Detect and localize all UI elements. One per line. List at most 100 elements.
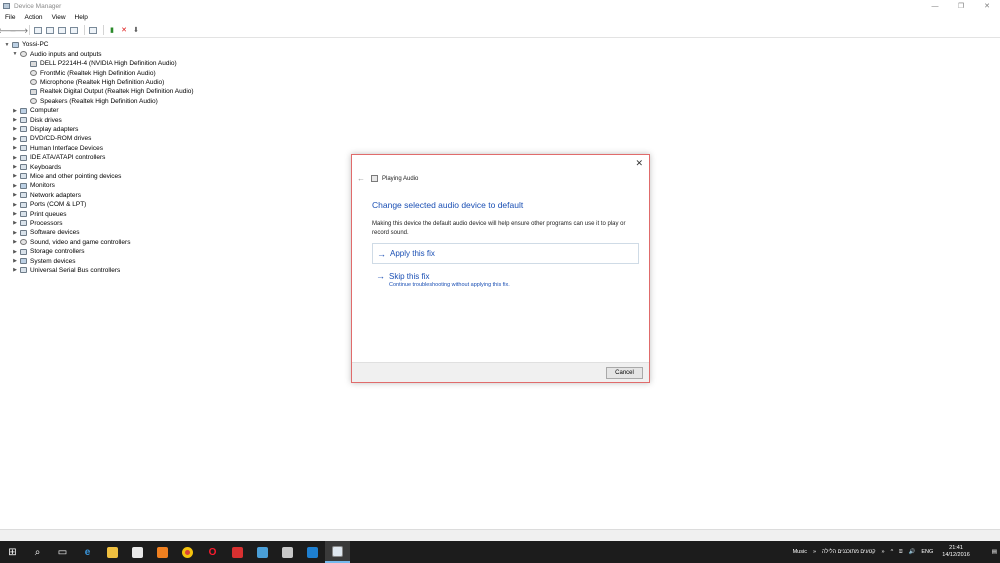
chevron-icon[interactable]: » <box>813 549 816 555</box>
expand-icon[interactable]: ▶ <box>12 164 18 170</box>
clock-time: 21:41 <box>949 545 963 551</box>
chrome-icon[interactable] <box>175 541 200 563</box>
cancel-button[interactable]: Cancel <box>606 367 643 379</box>
tree-category-keyboards[interactable]: ▶ Keyboards <box>12 162 61 171</box>
expand-icon[interactable]: ▶ <box>12 155 18 161</box>
expand-icon[interactable]: ▶ <box>12 183 18 189</box>
monitor-icon <box>30 60 37 67</box>
speaker-icon <box>20 51 27 58</box>
close-window-button[interactable]: ✕ <box>974 0 1000 12</box>
tree-category-usb[interactable]: ▶ Universal Serial Bus controllers <box>12 266 120 275</box>
popcorn-icon[interactable] <box>225 541 250 563</box>
tree-item[interactable]: FrontMic (Realtek High Definition Audio) <box>30 68 156 77</box>
expand-icon[interactable]: ▶ <box>12 267 18 273</box>
show-hide-tree-icon[interactable] <box>33 25 43 35</box>
task-view-icon[interactable]: ▭ <box>50 541 75 563</box>
download-icon[interactable]: ⬇ <box>131 25 141 35</box>
volume-icon[interactable]: 🔊 <box>908 549 915 555</box>
tree-category-hid[interactable]: ▶ Human Interface Devices <box>12 144 103 153</box>
search-icon[interactable]: ⌕ <box>25 541 50 563</box>
tree-category-disk-drives[interactable]: ▶ Disk drives <box>12 115 62 124</box>
media-player-icon[interactable] <box>150 541 175 563</box>
start-windows-icon[interactable]: ⊞ <box>0 541 25 563</box>
store-icon[interactable] <box>125 541 150 563</box>
scan-hardware-icon[interactable] <box>88 25 98 35</box>
clock[interactable]: 21:41 14/12/2016 <box>939 545 973 559</box>
software-device-icon <box>20 229 27 236</box>
expand-icon[interactable]: ▶ <box>12 239 18 245</box>
menu-help[interactable]: Help <box>75 14 88 21</box>
properties-icon[interactable] <box>45 25 55 35</box>
help-icon[interactable] <box>57 25 67 35</box>
expand-icon[interactable]: ▶ <box>12 145 18 151</box>
view-icon[interactable] <box>69 25 79 35</box>
hebrew-toolbar-label[interactable]: קטעים מתוכננים הלילה <box>822 549 875 555</box>
expand-icon[interactable]: ▶ <box>12 117 18 123</box>
apply-fix-option[interactable]: → Apply this fix <box>372 243 639 264</box>
update-driver-icon[interactable]: ▮ <box>107 25 117 35</box>
tree-category-ide[interactable]: ▶ IDE ATA/ATAPI controllers <box>12 153 105 162</box>
expand-icon[interactable]: ▶ <box>12 211 18 217</box>
expand-icon[interactable]: ▶ <box>12 220 18 226</box>
expand-icon[interactable]: ▶ <box>12 136 18 142</box>
tree-category-dvd-drives[interactable]: ▶ DVD/CD-ROM drives <box>12 134 91 143</box>
expand-icon[interactable]: ▶ <box>12 230 18 236</box>
minimize-button[interactable]: — <box>922 0 948 12</box>
tree-root[interactable]: ▼ Yossi-PC <box>4 40 49 49</box>
expand-icon[interactable]: ▶ <box>12 258 18 264</box>
tree-category-label: Network adapters <box>30 191 81 199</box>
tree-item[interactable]: Microphone (Realtek High Definition Audi… <box>30 78 164 87</box>
close-icon[interactable]: ✕ <box>635 158 643 169</box>
tree-category-label: Universal Serial Bus controllers <box>30 266 121 274</box>
input-language[interactable]: ENG <box>921 549 933 555</box>
tree-item[interactable]: Realtek Digital Output (Realtek High Def… <box>30 87 194 96</box>
back-arrow-icon[interactable]: ← <box>357 174 365 183</box>
app-icon[interactable] <box>250 541 275 563</box>
dialog-heading: Change selected audio device to default <box>372 200 524 210</box>
tree-category-software-devices[interactable]: ▶ Software devices <box>12 228 79 237</box>
show-hidden-icons-icon[interactable]: ^ <box>891 549 894 555</box>
tree-category-computer[interactable]: ▶ Computer <box>12 106 58 115</box>
tree-category-network[interactable]: ▶ Network adapters <box>12 191 81 200</box>
expand-icon[interactable]: ▶ <box>12 126 18 132</box>
device-manager-taskbar-icon[interactable] <box>325 541 350 563</box>
tree-category-storage[interactable]: ▶ Storage controllers <box>12 247 85 256</box>
tree-category-ports[interactable]: ▶ Ports (COM & LPT) <box>12 200 86 209</box>
tree-group-audio[interactable]: ▼ Audio inputs and outputs <box>12 50 102 59</box>
expand-icon[interactable]: ▶ <box>12 108 18 114</box>
tree-category-processors[interactable]: ▶ Processors <box>12 219 62 228</box>
menu-action[interactable]: Action <box>24 14 42 21</box>
music-toolbar-label[interactable]: Music <box>793 549 807 555</box>
chevron-icon[interactable]: » <box>882 549 885 555</box>
tree-category-display-adapters[interactable]: ▶ Display adapters <box>12 125 78 134</box>
restore-button[interactable]: ❐ <box>948 0 974 12</box>
tree-item[interactable]: DELL P2214H-4 (NVIDIA High Definition Au… <box>30 59 177 68</box>
expand-icon[interactable]: ▶ <box>12 202 18 208</box>
expand-icon[interactable]: ▶ <box>12 249 18 255</box>
tree-category-system[interactable]: ▶ System devices <box>12 256 75 265</box>
collapse-icon[interactable]: ▼ <box>12 51 18 57</box>
tree-category-sound[interactable]: ▶ Sound, video and game controllers <box>12 238 130 247</box>
file-explorer-icon[interactable] <box>100 541 125 563</box>
edge-browser-icon[interactable]: e <box>75 541 100 563</box>
opera-icon[interactable]: O <box>200 541 225 563</box>
usb-icon <box>20 267 27 274</box>
troubleshooter-dialog: ✕ ← Playing Audio Change selected audio … <box>351 154 650 383</box>
menu-file[interactable]: File <box>5 14 15 21</box>
expand-icon[interactable]: ▶ <box>12 192 18 198</box>
network-icon[interactable]: ⌸ <box>899 549 902 556</box>
tree-item[interactable]: Speakers (Realtek High Definition Audio) <box>30 97 158 106</box>
expand-icon[interactable]: ▶ <box>12 173 18 179</box>
tree-category-print-queues[interactable]: ▶ Print queues <box>12 209 66 218</box>
action-center-icon[interactable]: ▤ <box>992 549 997 555</box>
tree-root-label: Yossi-PC <box>22 41 49 49</box>
forward-arrow-icon[interactable]: 🡒 <box>10 25 29 35</box>
network-app-icon[interactable] <box>275 541 300 563</box>
tree-category-mice[interactable]: ▶ Mice and other pointing devices <box>12 172 121 181</box>
menu-view[interactable]: View <box>52 14 66 21</box>
uninstall-icon[interactable]: ✕ <box>119 25 129 35</box>
tree-category-monitors[interactable]: ▶ Monitors <box>12 181 55 190</box>
collapse-icon[interactable]: ▼ <box>4 42 10 48</box>
skip-fix-option[interactable]: → Skip this fix Continue troubleshooting … <box>372 269 639 290</box>
mail-icon[interactable] <box>300 541 325 563</box>
